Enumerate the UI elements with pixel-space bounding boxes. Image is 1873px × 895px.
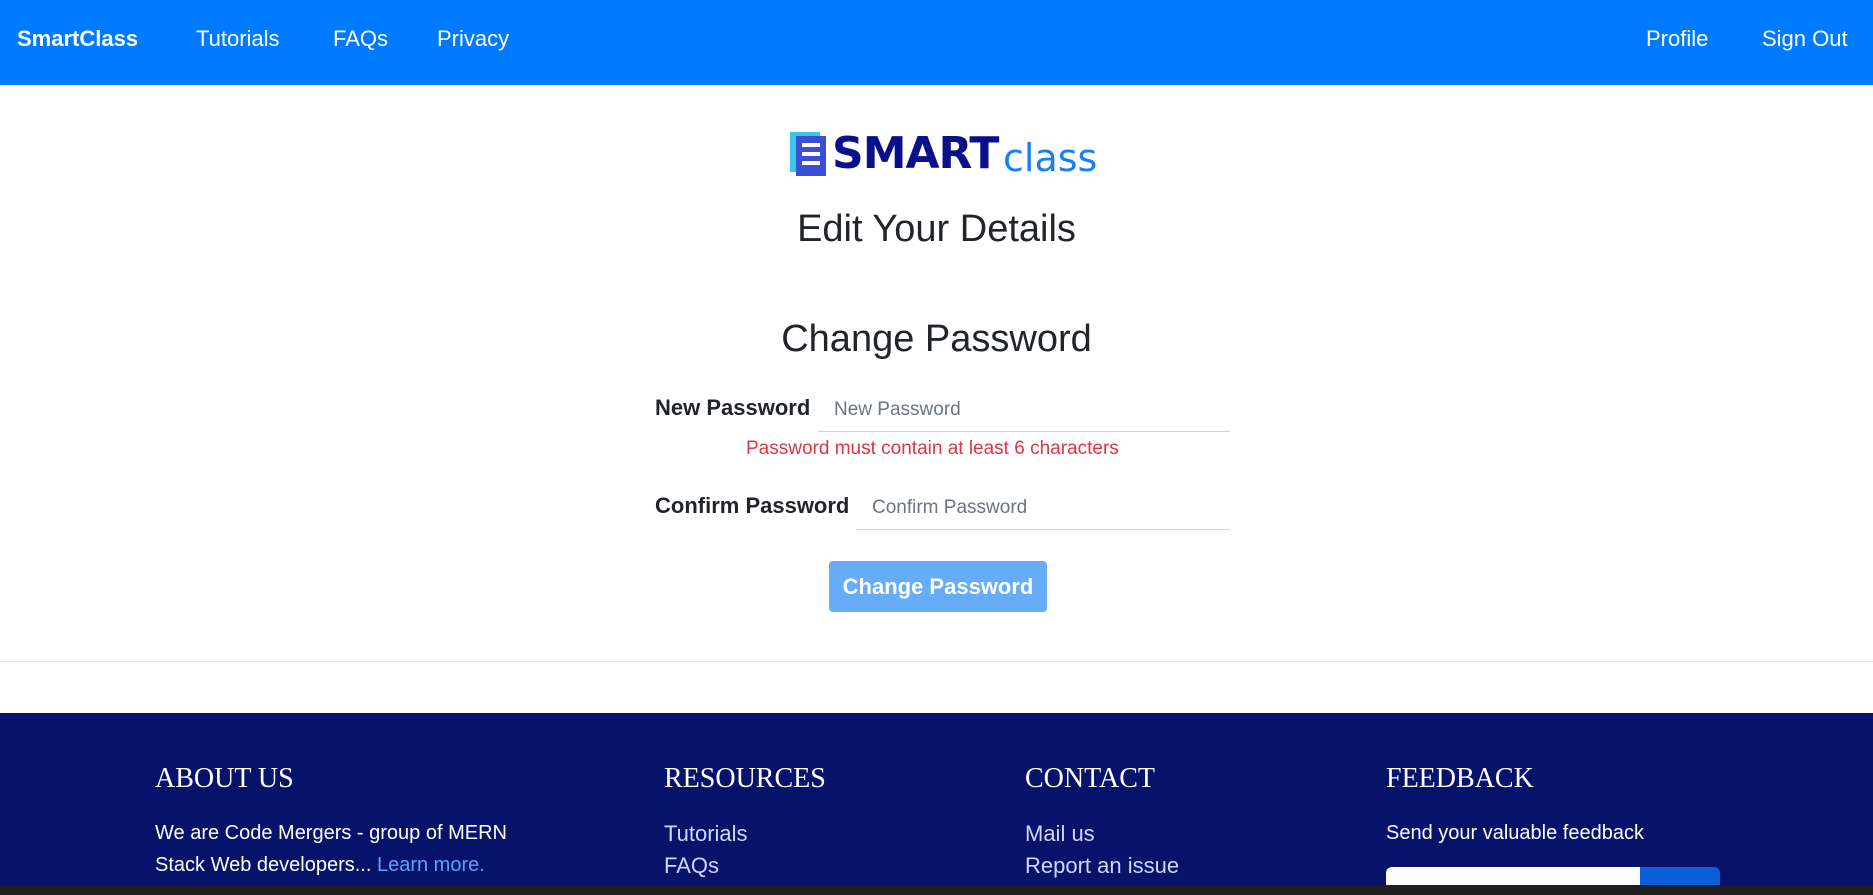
- footer-about-text: We are Code Mergers - group of MERN Stac…: [155, 817, 575, 881]
- footer-heading-resources: RESOURCES: [664, 763, 826, 794]
- footer-feedback-text: Send your valuable feedback: [1386, 822, 1644, 844]
- nav-link-profile[interactable]: Profile: [1646, 26, 1708, 52]
- footer-link-report-issue[interactable]: Report an issue: [1025, 853, 1179, 879]
- footer-link-tutorials[interactable]: Tutorials: [664, 821, 748, 847]
- footer-heading-feedback: FEEDBACK: [1386, 763, 1534, 794]
- site-footer: ABOUT US We are Code Mergers - group of …: [0, 713, 1873, 893]
- bottom-taskbar-strip: [0, 885, 1873, 895]
- nav-link-faqs[interactable]: FAQs: [333, 26, 388, 52]
- new-password-error: Password must contain at least 6 charact…: [746, 438, 1119, 459]
- top-navbar: SmartClass Tutorials FAQs Privacy Profil…: [0, 0, 1873, 85]
- footer-heading-contact: CONTACT: [1025, 763, 1155, 794]
- footer-link-faqs[interactable]: FAQs: [664, 853, 719, 879]
- logo-mark-icon: [790, 132, 826, 176]
- footer-heading-about: ABOUT US: [155, 763, 294, 794]
- new-password-input[interactable]: [818, 388, 1230, 432]
- learn-more-link[interactable]: Learn more.: [377, 854, 485, 876]
- nav-brand-link[interactable]: SmartClass: [17, 26, 138, 52]
- nav-link-privacy[interactable]: Privacy: [437, 26, 509, 52]
- nav-link-sign-out[interactable]: Sign Out: [1762, 26, 1848, 52]
- new-password-label: New Password: [655, 395, 811, 420]
- logo-text-smart: SMART: [832, 128, 999, 179]
- content-divider: [0, 661, 1873, 662]
- footer-about-line1: We are Code Mergers - group of MERN: [155, 822, 507, 844]
- confirm-password-label: Confirm Password: [655, 493, 850, 518]
- footer-about-line2: Stack Web developers...: [155, 854, 377, 876]
- confirm-password-input[interactable]: [856, 486, 1230, 530]
- logo-text-class: class: [1003, 136, 1098, 180]
- nav-link-tutorials[interactable]: Tutorials: [196, 26, 280, 52]
- section-title-change-password: Change Password: [781, 318, 1092, 360]
- page-title: Edit Your Details: [797, 208, 1076, 250]
- footer-link-mail-us[interactable]: Mail us: [1025, 821, 1095, 847]
- smartclass-logo: SMART class: [790, 128, 1097, 180]
- change-password-button[interactable]: Change Password: [829, 561, 1047, 612]
